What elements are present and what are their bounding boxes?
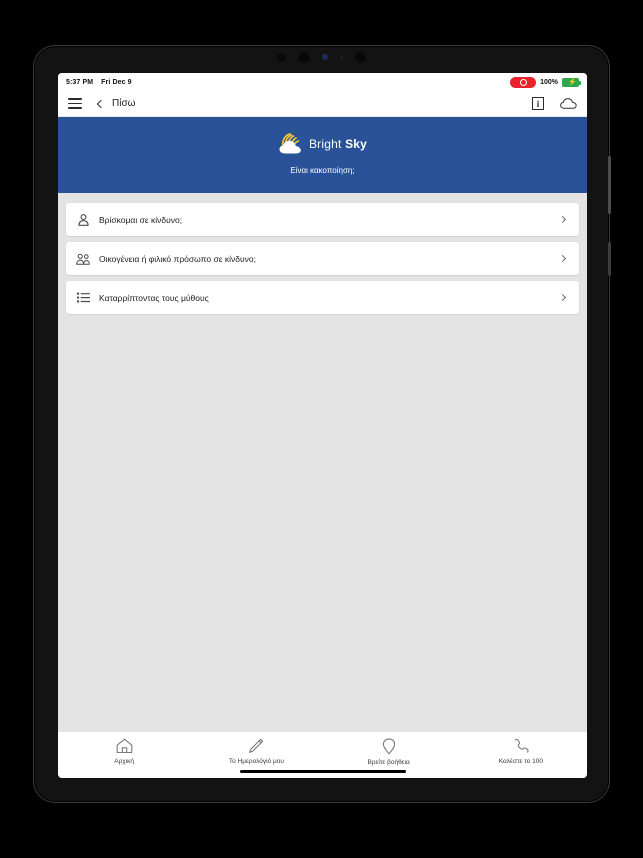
brand-title-bold: Sky — [345, 137, 368, 151]
menu-item-label: Βρίσκομαι σε κίνδυνο; — [99, 214, 183, 225]
status-bar-right: 100% ⚡ — [510, 76, 581, 88]
brand-title-regular: Bright — [308, 137, 346, 151]
battery-percent-label: 100% — [540, 78, 558, 86]
home-indicator — [239, 770, 406, 773]
info-icon[interactable]: i — [532, 97, 544, 110]
camera-sensor-icon — [277, 52, 286, 62]
person-icon — [76, 213, 90, 226]
cloud-icon[interactable] — [560, 98, 577, 109]
menu-item-label: Οικογένεια ή φιλικό πρόσωπο σε κίνδυνο; — [99, 253, 257, 264]
status-bar: 5:37 PM Fri Dec 9 100% ⚡ — [58, 73, 587, 91]
status-bar-left: 5:37 PM Fri Dec 9 — [66, 79, 132, 86]
chevron-left-icon — [96, 99, 106, 108]
menu-item-label: Καταρρίπτοντας τους μύθους — [99, 292, 209, 303]
chevron-right-icon — [558, 254, 567, 263]
app-header: Πίσω i — [58, 91, 587, 117]
camera-lens-secondary-icon — [355, 51, 366, 63]
menu-item-am-i-in-danger[interactable]: Βρίσκομαι σε κίνδυνο; — [66, 203, 579, 236]
bottom-navigation-bar: Αρχική Το Ημερολόγιό μου Βρείτε βοήθεια — [58, 732, 587, 778]
nav-tab-label: Καλέστε το 100 — [498, 758, 543, 765]
nav-tab-label: Βρείτε βοήθεια — [367, 759, 410, 766]
brand-subtitle: Είναι κακοποίηση; — [290, 166, 355, 175]
back-button-label: Πίσω — [112, 98, 136, 109]
nav-tab-my-journal[interactable]: Το Ημερολόγιό μου — [190, 738, 322, 765]
front-camera-array — [34, 46, 609, 68]
record-indicator-icon[interactable] — [510, 76, 537, 88]
phone-icon — [514, 738, 529, 753]
people-group-icon — [76, 253, 90, 265]
device-power-button[interactable] — [608, 156, 611, 214]
menu-item-family-or-friend-in-danger[interactable]: Οικογένεια ή φιλικό πρόσωπο σε κίνδυνο; — [66, 242, 579, 275]
home-icon — [116, 738, 132, 754]
record-dot-icon — [519, 78, 527, 86]
nav-tab-call-100[interactable]: Καλέστε το 100 — [455, 738, 587, 765]
pencil-icon — [249, 738, 264, 753]
back-button[interactable]: Πίσω — [96, 98, 136, 109]
menu-item-busting-myths[interactable]: Καταρρίπτοντας τους μύθους — [66, 281, 579, 314]
status-date: Fri Dec 9 — [101, 78, 132, 86]
brand-title: Bright Sky — [309, 137, 367, 151]
brand-banner: Bright Sky Είναι κακοποίηση; — [58, 117, 587, 193]
location-pin-icon — [382, 738, 395, 755]
chevron-right-icon — [558, 215, 567, 224]
device-volume-button[interactable] — [608, 242, 611, 276]
charging-bolt-icon: ⚡ — [568, 78, 577, 86]
camera-indicator-icon — [322, 54, 328, 60]
bright-sky-cloud-sun-logo — [279, 133, 301, 154]
status-time: 5:37 PM — [66, 78, 94, 86]
brand-lockup: Bright Sky — [278, 133, 367, 155]
nav-tab-home[interactable]: Αρχική — [58, 738, 190, 765]
battery-charging-icon: ⚡ — [562, 77, 581, 87]
header-actions: i — [532, 97, 577, 110]
camera-mic-icon — [340, 55, 343, 59]
hamburger-menu-icon[interactable] — [68, 98, 82, 109]
hamburger-line-2 — [68, 102, 82, 105]
list-icon — [76, 292, 90, 303]
nav-tab-label: Αρχική — [114, 758, 134, 765]
main-content: Βρίσκομαι σε κίνδυνο; Οικογένεια ή φιλικ… — [58, 193, 587, 732]
tablet-screen: 5:37 PM Fri Dec 9 100% ⚡ Πίσω i Bright S… — [58, 73, 587, 778]
tablet-device-frame: 5:37 PM Fri Dec 9 100% ⚡ Πίσω i Bright S… — [33, 45, 611, 803]
hamburger-line-3 — [68, 107, 82, 109]
chevron-right-icon — [558, 293, 567, 302]
nav-tab-find-help[interactable]: Βρείτε βοήθεια — [323, 738, 455, 766]
camera-lens-icon — [298, 51, 310, 63]
hamburger-line-1 — [68, 98, 82, 100]
nav-tab-label: Το Ημερολόγιό μου — [228, 758, 284, 765]
